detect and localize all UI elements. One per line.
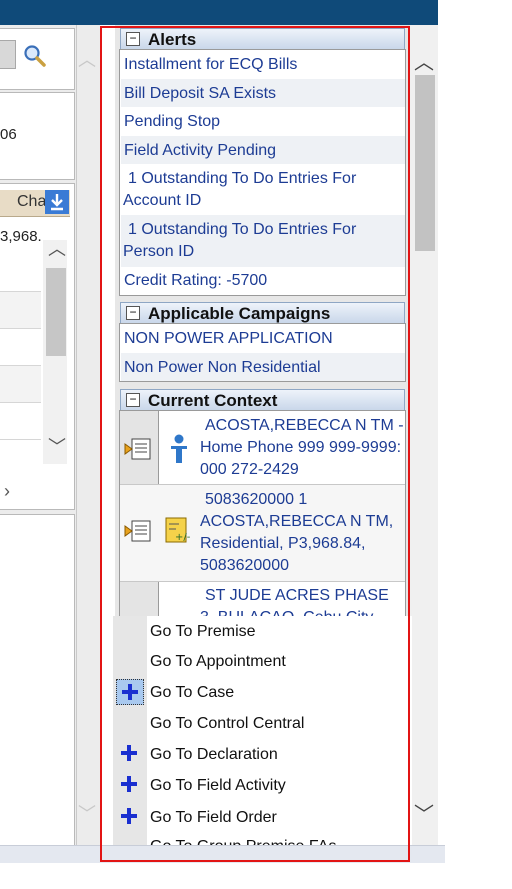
scroll-down-icon[interactable]: ﹀ [48, 438, 66, 456]
table-row[interactable] [0, 366, 41, 403]
grid-cell-value: 3,968. [0, 228, 42, 245]
panel-divider [76, 25, 77, 845]
search-icon[interactable] [22, 44, 48, 68]
highlight-frame [100, 26, 410, 862]
table-row[interactable] [0, 292, 41, 329]
search-input[interactable] [0, 40, 16, 69]
dashboard-scroll-up-icon[interactable]: ︿ [414, 46, 434, 75]
top-banner [0, 0, 438, 25]
grid-scroll-thumb[interactable] [46, 268, 66, 356]
scroll-up-icon[interactable]: ︿ [48, 240, 66, 258]
chevron-down-icon[interactable]: ﹀ [78, 800, 96, 826]
table-row[interactable] [0, 255, 41, 292]
dashboard-scroll-down-icon[interactable]: ﹀ [414, 798, 434, 827]
download-icon[interactable] [45, 190, 69, 214]
lower-box [0, 514, 75, 847]
dashboard-scroll-thumb[interactable] [415, 75, 435, 251]
row-value: 06 [0, 126, 17, 143]
chevron-up-icon[interactable]: ︿ [78, 46, 96, 72]
table-row[interactable] [0, 403, 41, 440]
scroll-right-icon[interactable]: › [4, 482, 10, 500]
table-row[interactable] [0, 329, 41, 366]
column-header-label: Cha [17, 193, 47, 210]
